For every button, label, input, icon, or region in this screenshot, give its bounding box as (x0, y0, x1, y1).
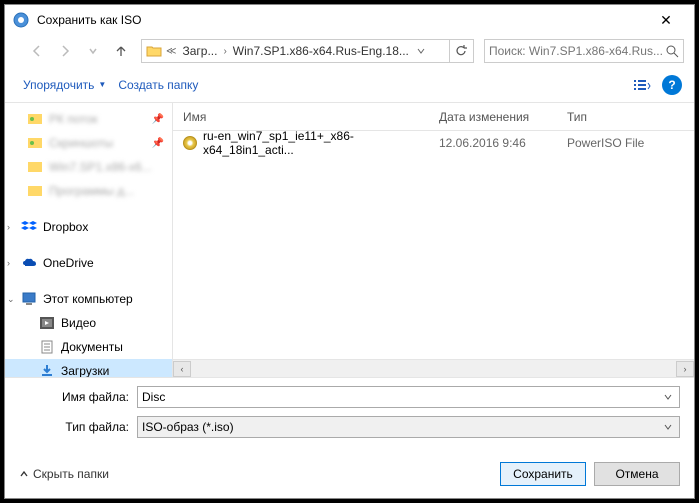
column-headers: Имя Дата изменения Тип (173, 103, 694, 131)
expand-icon[interactable]: › (7, 222, 10, 232)
file-date: 12.06.2016 9:46 (429, 136, 557, 150)
nav-forward-button[interactable] (53, 39, 77, 63)
footer: Скрыть папки Сохранить Отмена (5, 450, 694, 498)
breadcrumb[interactable]: ≪ Загр... › Win7.SP1.x86-x64.Rus-Eng.18.… (141, 39, 474, 63)
new-folder-button[interactable]: Создать папку (112, 74, 204, 96)
hide-folders-button[interactable]: Скрыть папки (19, 467, 109, 481)
sidebar-pinned-item[interactable]: Скриншоты📌 (5, 131, 172, 155)
onedrive-icon (21, 255, 37, 271)
folder-icon (144, 41, 164, 61)
file-type: PowerISO File (557, 136, 694, 150)
disc-icon (183, 136, 197, 150)
breadcrumb-dropdown[interactable] (413, 47, 429, 55)
filename-label: Имя файла: (19, 390, 137, 404)
file-pane: Имя Дата изменения Тип ru-en_win7_sp1_ie… (173, 103, 694, 377)
save-button[interactable]: Сохранить (500, 462, 586, 486)
cancel-button[interactable]: Отмена (594, 462, 680, 486)
computer-icon (21, 291, 37, 307)
sidebar-item-dropbox[interactable]: ›Dropbox (5, 215, 172, 239)
folder-icon (27, 183, 43, 199)
pin-icon: 📌 (152, 114, 164, 125)
folder-icon (27, 159, 43, 175)
chevron-right-icon: › (221, 46, 228, 57)
organize-button[interactable]: Упорядочить ▼ (17, 74, 112, 96)
titlebar: Сохранить как ISO ✕ (5, 5, 694, 35)
filename-input[interactable] (142, 390, 661, 404)
file-list[interactable]: ru-en_win7_sp1_ie11+_x86-x64_18in1_acti.… (173, 131, 694, 359)
scroll-left-button[interactable]: ‹ (173, 361, 191, 377)
expand-icon[interactable]: › (7, 258, 10, 268)
nav-back-button[interactable] (25, 39, 49, 63)
chevron-right-icon: ≪ (164, 46, 178, 57)
hide-folders-label: Скрыть папки (33, 467, 109, 481)
organize-label: Упорядочить (23, 78, 94, 92)
sidebar-item-videos[interactable]: Видео (5, 311, 172, 335)
pin-icon: 📌 (152, 138, 164, 149)
filetype-value: ISO-образ (*.iso) (142, 420, 661, 434)
chevron-down-icon: ▼ (98, 80, 106, 89)
breadcrumb-parent[interactable]: Загр... (178, 44, 221, 58)
search-icon[interactable] (666, 45, 679, 58)
filetype-field[interactable]: ISO-образ (*.iso) (137, 416, 680, 438)
filetype-dropdown[interactable] (661, 423, 675, 431)
sidebar-pinned-item[interactable]: Win7.SP1.x86-x6... (5, 155, 172, 179)
nav-recent-dropdown[interactable] (81, 39, 105, 63)
toolbar: Упорядочить ▼ Создать папку ? (5, 67, 694, 103)
breadcrumb-current[interactable]: Win7.SP1.x86-x64.Rus-Eng.18... (229, 44, 413, 58)
filename-dropdown[interactable] (661, 393, 675, 401)
form-area: Имя файла: Тип файла: ISO-образ (*.iso) (5, 377, 694, 450)
sidebar-item-documents[interactable]: Документы (5, 335, 172, 359)
app-icon (13, 12, 29, 28)
downloads-icon (39, 363, 55, 377)
dialog-body: РК поток📌 Скриншоты📌 Win7.SP1.x86-x6... … (5, 103, 694, 377)
folder-icon (27, 135, 43, 151)
dropbox-icon (21, 219, 37, 235)
filename-field[interactable] (137, 386, 680, 408)
help-button[interactable]: ? (662, 75, 682, 95)
documents-icon (39, 339, 55, 355)
save-dialog: Сохранить как ISO ✕ ≪ Загр... › Win7.SP1… (4, 4, 695, 499)
search-box[interactable] (484, 39, 684, 63)
column-date[interactable]: Дата изменения (429, 110, 557, 124)
filetype-label: Тип файла: (19, 420, 137, 434)
navbar: ≪ Загр... › Win7.SP1.x86-x64.Rus-Eng.18.… (5, 35, 694, 67)
close-button[interactable]: ✕ (646, 12, 686, 29)
horizontal-scrollbar[interactable]: ‹ › (173, 359, 694, 377)
window-title: Сохранить как ISO (37, 13, 646, 27)
view-options-button[interactable] (628, 71, 656, 99)
sidebar-pinned-item[interactable]: РК поток📌 (5, 107, 172, 131)
folder-icon (27, 111, 43, 127)
column-name[interactable]: Имя (173, 110, 429, 124)
sidebar-item-onedrive[interactable]: ›OneDrive (5, 251, 172, 275)
video-icon (39, 315, 55, 331)
sidebar-pinned-item[interactable]: Программы д... (5, 179, 172, 203)
sidebar-item-thispc[interactable]: ⌄Этот компьютер (5, 287, 172, 311)
file-name: ru-en_win7_sp1_ie11+_x86-x64_18in1_acti.… (203, 131, 429, 157)
collapse-icon[interactable]: ⌄ (7, 294, 15, 305)
scroll-right-button[interactable]: › (676, 361, 694, 377)
nav-up-button[interactable] (109, 39, 133, 63)
chevron-up-icon (19, 469, 29, 479)
search-input[interactable] (489, 44, 666, 58)
column-type[interactable]: Тип (557, 110, 694, 124)
file-row[interactable]: ru-en_win7_sp1_ie11+_x86-x64_18in1_acti.… (173, 131, 694, 155)
refresh-button[interactable] (449, 40, 471, 62)
sidebar: РК поток📌 Скриншоты📌 Win7.SP1.x86-x6... … (5, 103, 173, 377)
new-folder-label: Создать папку (118, 78, 198, 92)
sidebar-item-downloads[interactable]: Загрузки (5, 359, 172, 377)
